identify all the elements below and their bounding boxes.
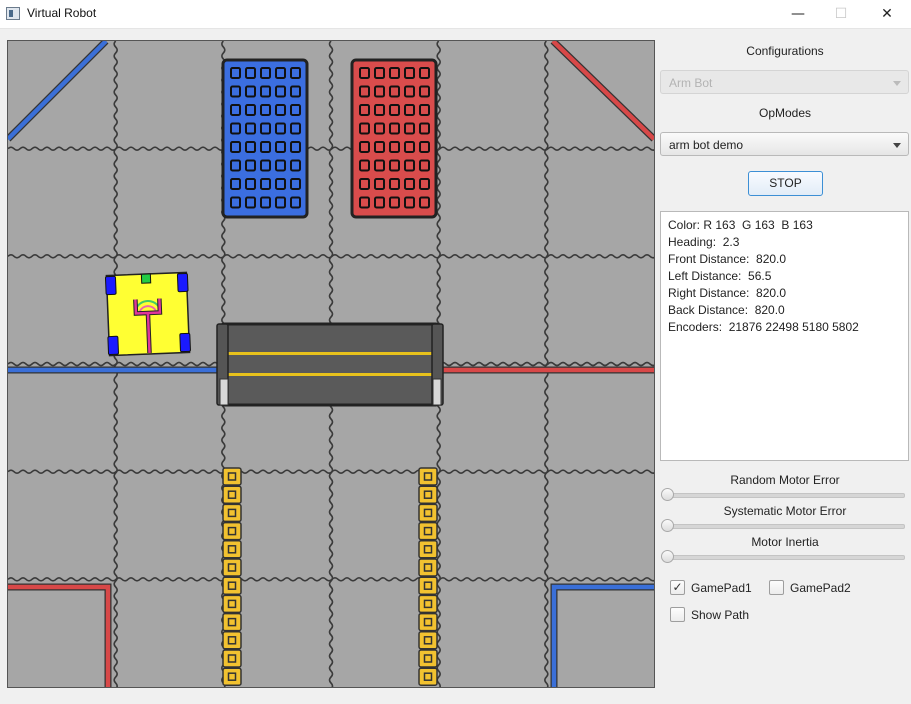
- robot: [104, 271, 191, 357]
- telemetry-line: Front Distance: 820.0: [668, 252, 787, 266]
- field-canvas: [5, 38, 657, 690]
- ring-block: [222, 612, 242, 632]
- ring-block: [418, 521, 438, 541]
- ring-block: [418, 576, 438, 595]
- ring-block: [222, 631, 242, 650]
- motor-inertia-label: Motor Inertia: [751, 535, 819, 549]
- slider-track: [663, 524, 905, 529]
- slider-thumb[interactable]: [661, 550, 674, 563]
- stop-button[interactable]: STOP: [748, 171, 823, 196]
- bridge-stripe: [223, 352, 437, 355]
- ring-block: [222, 467, 242, 486]
- ring-block: [222, 649, 242, 668]
- checkbox-box[interactable]: [670, 607, 685, 622]
- opmode-value: arm bot demo: [669, 138, 744, 152]
- configuration-value: Arm Bot: [669, 76, 713, 90]
- configuration-select[interactable]: Arm Bot: [660, 70, 909, 94]
- gamepad2-label: GamePad2: [790, 581, 851, 595]
- robot-wheel: [107, 335, 119, 356]
- slider-thumb[interactable]: [661, 519, 674, 532]
- systematic-motor-error-label: Systematic Motor Error: [723, 504, 847, 518]
- slider-track: [663, 493, 905, 498]
- robot-wheel: [176, 272, 189, 293]
- show-path-label: Show Path: [691, 608, 750, 622]
- goal: [350, 58, 438, 219]
- motor-inertia-slider[interactable]: [661, 550, 905, 564]
- robot-wheel: [104, 275, 117, 296]
- ring-block: [222, 521, 242, 541]
- ring-block: [418, 649, 438, 668]
- ring-block: [222, 558, 242, 577]
- ring-block: [418, 667, 438, 686]
- ring-block: [222, 485, 242, 504]
- ring-block: [222, 540, 242, 559]
- random-motor-error-label: Random Motor Error: [730, 473, 840, 487]
- bridge-foot: [219, 378, 229, 406]
- ring-block: [222, 594, 242, 614]
- bridge-foot: [432, 378, 442, 406]
- telemetry-line: Heading: 2.3: [668, 235, 740, 249]
- systematic-motor-error-slider[interactable]: [661, 519, 905, 533]
- telemetry-area[interactable]: Color: R 163 G 163 B 163 Heading: 2.3 Fr…: [660, 211, 909, 461]
- ring-block: [418, 594, 438, 614]
- checkbox-box[interactable]: [769, 580, 784, 595]
- telemetry-line: Encoders: 21876 22498 5180 5802: [668, 320, 859, 334]
- ring-block: [418, 631, 438, 650]
- bridge-stripe: [223, 373, 437, 376]
- gamepad1-label: GamePad1: [691, 581, 752, 595]
- app-icon: [6, 7, 20, 20]
- ring-block: [222, 503, 242, 523]
- ring-block: [222, 667, 242, 686]
- opmode-select[interactable]: arm bot demo: [660, 132, 909, 156]
- configurations-label: Configurations: [746, 44, 824, 58]
- window-title: Virtual Robot: [27, 6, 97, 20]
- telemetry-line: Right Distance: 820.0: [668, 286, 787, 300]
- maximize-button[interactable]: ☐: [818, 0, 864, 28]
- field-view: [5, 38, 657, 690]
- close-button[interactable]: ✕: [864, 0, 910, 28]
- slider-thumb[interactable]: [661, 488, 674, 501]
- random-motor-error-slider[interactable]: [661, 488, 905, 502]
- ring-block: [418, 485, 438, 504]
- minimize-button[interactable]: —: [775, 0, 821, 28]
- ring-block: [418, 540, 438, 559]
- checkmark-icon[interactable]: ✓: [670, 580, 685, 595]
- window-titlebar: Virtual Robot — ☐ ✕: [0, 0, 911, 29]
- telemetry-line: Left Distance: 56.5: [668, 269, 772, 283]
- goal: [221, 58, 309, 219]
- telemetry-line: Color: R 163 G 163 B 163: [668, 218, 813, 232]
- ring-block: [418, 467, 438, 486]
- robot-wheel: [179, 332, 191, 353]
- bridge: [219, 322, 441, 407]
- telemetry-line: Back Distance: 820.0: [668, 303, 785, 317]
- chevron-down-icon: [893, 143, 901, 148]
- ring-block: [418, 503, 438, 523]
- chevron-down-icon: [893, 81, 901, 86]
- ring-block: [418, 612, 438, 632]
- ring-block: [222, 576, 242, 595]
- ring-block: [418, 558, 438, 577]
- opmodes-label: OpModes: [758, 106, 812, 120]
- robot-sensor: [140, 273, 152, 284]
- slider-track: [663, 555, 905, 560]
